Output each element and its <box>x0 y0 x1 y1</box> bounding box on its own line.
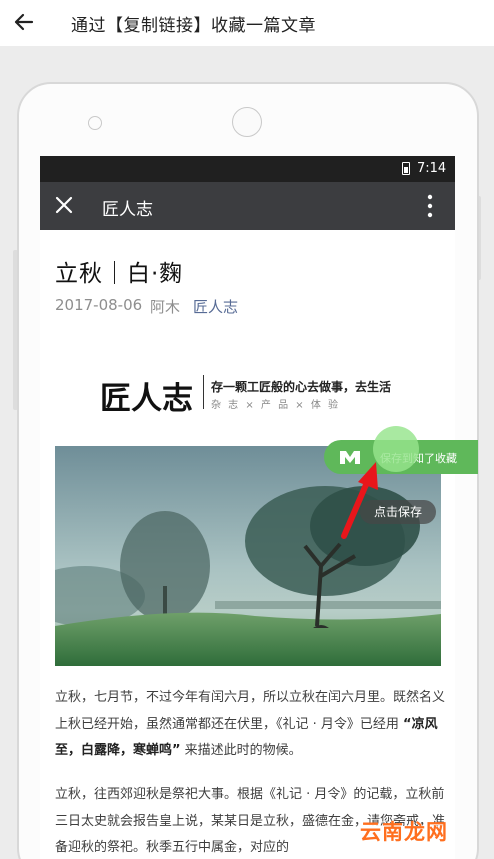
brand-slogan: 存一颗工匠般的心去做事，去生活 <box>211 380 392 394</box>
brand-divider <box>203 375 204 409</box>
page-title: 通过【复制链接】收藏一篇文章 <box>71 16 316 36</box>
watermark-logo: 云南龙网 <box>360 820 448 844</box>
article-appbar: 匠人志 <box>40 182 455 230</box>
red-arrow-icon <box>341 462 378 539</box>
article-paragraph: 立秋，七月节，不过今年有闰六月，所以立秋在闰六月里。既然名义上秋已经开始，虽然通… <box>55 690 446 758</box>
article-title: 立秋｜白·麴 <box>55 261 184 287</box>
article-author: 阿木 <box>150 298 181 316</box>
back-arrow-icon[interactable] <box>10 8 38 36</box>
appbar-title: 匠人志 <box>102 200 153 220</box>
battery-icon <box>402 162 410 175</box>
phone-sensor-icon <box>88 116 102 130</box>
status-time: 7:14 <box>417 161 447 176</box>
brand-tags: 杂 志 × 产 品 × 体 验 <box>211 400 341 411</box>
account-link[interactable]: 匠人志 <box>193 296 238 317</box>
phone-camera-icon <box>232 107 262 137</box>
close-icon[interactable] <box>54 195 74 215</box>
brand-logo: 匠人志 <box>100 381 193 417</box>
article-date: 2017-08-06 <box>55 296 143 314</box>
status-bar: 7:14 <box>40 156 455 182</box>
more-vertical-icon[interactable] <box>427 194 433 218</box>
top-bar: 通过【复制链接】收藏一篇文章 <box>0 0 494 46</box>
